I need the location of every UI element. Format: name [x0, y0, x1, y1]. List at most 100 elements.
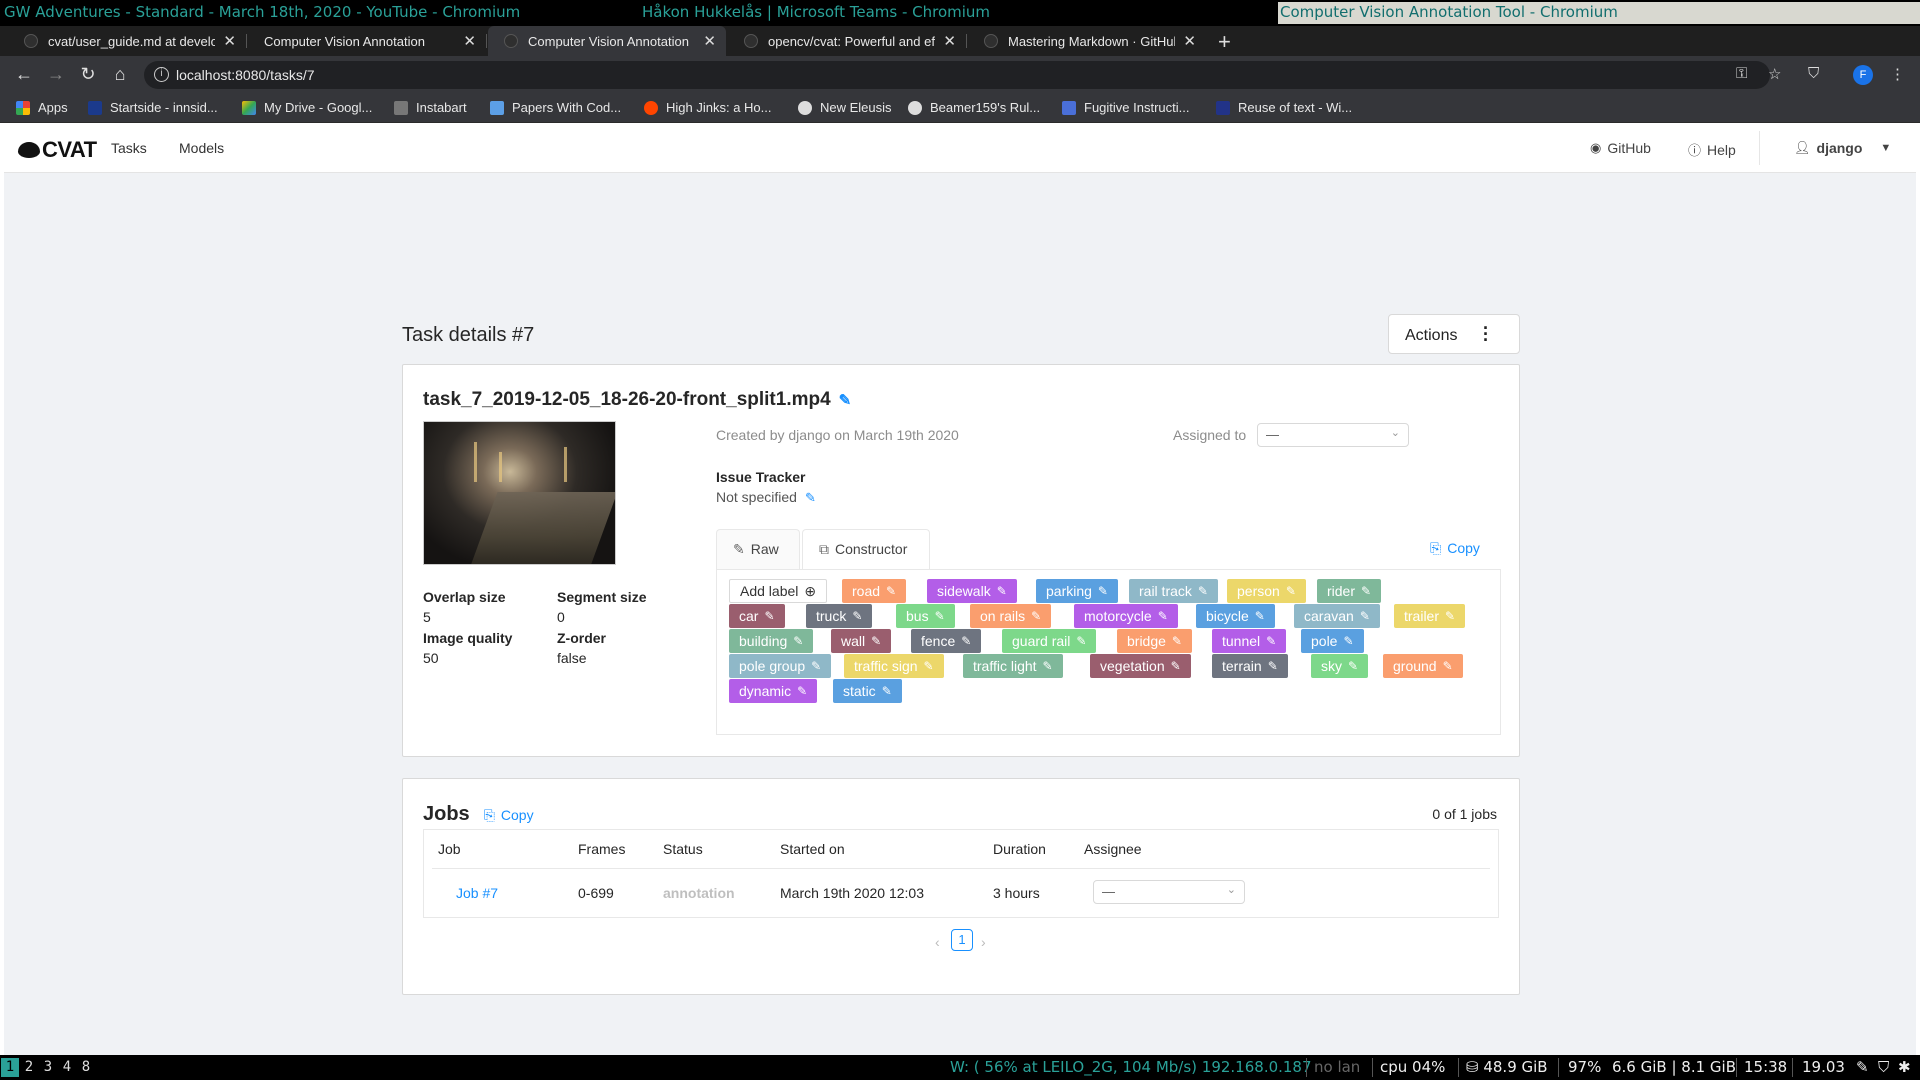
- label-chip[interactable]: pole ✎: [1301, 629, 1364, 653]
- bookmark-item[interactable]: My Drive - Googl...: [242, 100, 372, 115]
- label-chip[interactable]: traffic light ✎: [963, 654, 1063, 678]
- edit-pencil-icon[interactable]: ✎: [1172, 634, 1182, 648]
- browser-tab-active[interactable]: Computer Vision Annotation ✕: [488, 26, 726, 56]
- help-link[interactable]: ⓘ Help: [1688, 140, 1736, 159]
- edit-pencil-icon[interactable]: ✎: [935, 609, 945, 623]
- workspace-button[interactable]: 4: [58, 1058, 76, 1077]
- edit-pencil-icon[interactable]: ✎: [961, 634, 971, 648]
- close-tab-icon[interactable]: ✕: [223, 32, 236, 50]
- home-icon[interactable]: ⌂: [108, 64, 132, 85]
- prev-page-icon[interactable]: ‹: [935, 934, 940, 950]
- label-chip[interactable]: fence ✎: [911, 629, 982, 653]
- window-title-teams[interactable]: Håkon Hukkelås | Microsoft Teams - Chrom…: [642, 3, 990, 21]
- workspace-button[interactable]: 2: [20, 1058, 38, 1077]
- edit-pencil-icon[interactable]: ✎: [805, 490, 816, 505]
- key-icon[interactable]: ⚿: [1736, 65, 1747, 82]
- edit-pencil-icon[interactable]: ✎: [1266, 634, 1276, 648]
- label-chip[interactable]: road ✎: [842, 579, 907, 603]
- edit-pencil-icon[interactable]: ✎: [839, 392, 852, 409]
- label-chip[interactable]: terrain ✎: [1212, 654, 1288, 678]
- bookmark-star-icon[interactable]: ☆: [1768, 65, 1781, 83]
- label-chip[interactable]: truck ✎: [806, 604, 873, 628]
- bookmark-item[interactable]: New Eleusis: [798, 100, 892, 115]
- edit-pencil-icon[interactable]: ✎: [1158, 609, 1168, 623]
- bluetooth-icon[interactable]: ✱: [1898, 1058, 1911, 1076]
- edit-pencil-icon[interactable]: ✎: [764, 609, 774, 623]
- bookmark-item[interactable]: Instabart: [394, 100, 467, 115]
- label-chip[interactable]: dynamic ✎: [729, 679, 818, 703]
- bookmark-apps[interactable]: Apps: [16, 100, 68, 115]
- edit-pencil-icon[interactable]: ✎: [1360, 609, 1370, 623]
- label-chip[interactable]: sky ✎: [1311, 654, 1369, 678]
- actions-button[interactable]: Actions · · ·: [1388, 314, 1520, 354]
- shield-extension-icon[interactable]: ⛉: [1808, 65, 1819, 82]
- edit-pencil-icon[interactable]: ✎: [1076, 634, 1086, 648]
- edit-pencil-icon[interactable]: ✎: [1348, 659, 1358, 673]
- edit-pencil-icon[interactable]: ✎: [1043, 659, 1053, 673]
- label-chip[interactable]: traffic sign ✎: [844, 654, 944, 678]
- label-chip[interactable]: static ✎: [833, 679, 902, 703]
- page-1-button[interactable]: 1: [951, 929, 973, 951]
- window-title-youtube[interactable]: GW Adventures - Standard - March 18th, 2…: [4, 3, 520, 21]
- edit-pencil-icon[interactable]: ✎: [1098, 584, 1108, 598]
- label-chip[interactable]: rail track ✎: [1129, 579, 1218, 603]
- label-chip[interactable]: caravan ✎: [1294, 604, 1380, 628]
- edit-pencil-icon[interactable]: ✎: [997, 584, 1007, 598]
- label-chip[interactable]: ground ✎: [1383, 654, 1463, 678]
- cvat-logo[interactable]: CVAT: [18, 137, 97, 163]
- label-chip[interactable]: on rails ✎: [970, 604, 1052, 628]
- url-text[interactable]: localhost:8080/tasks/7: [176, 67, 315, 83]
- edit-pencil-icon[interactable]: ✎: [793, 634, 803, 648]
- browser-tab[interactable]: Mastering Markdown · GitHub ✕: [968, 26, 1206, 56]
- assignee-select[interactable]: — ⌄: [1257, 423, 1409, 447]
- bookmark-item[interactable]: Beamer159's Rul...: [908, 100, 1040, 115]
- new-tab-button[interactable]: +: [1218, 29, 1231, 55]
- close-tab-icon[interactable]: ✕: [703, 32, 716, 50]
- profile-avatar[interactable]: F: [1853, 65, 1873, 85]
- label-chip[interactable]: car ✎: [729, 604, 785, 628]
- browser-tab[interactable]: Computer Vision Annotation ✕: [248, 26, 487, 56]
- close-tab-icon[interactable]: ✕: [1183, 32, 1196, 50]
- label-chip[interactable]: pole group ✎: [729, 654, 832, 678]
- task-name[interactable]: task_7_2019-12-05_18-26-20-front_split1.…: [423, 389, 851, 411]
- edit-pencil-icon[interactable]: ✎: [1255, 609, 1265, 623]
- address-bar[interactable]: i localhost:8080/tasks/7 ⚿ ☆: [144, 61, 1781, 89]
- copy-jobs-button[interactable]: ⎘ Copy: [484, 807, 534, 823]
- tab-raw[interactable]: ✎ Raw: [716, 529, 800, 569]
- browser-tab[interactable]: cvat/user_guide.md at develop ✕: [8, 26, 247, 56]
- window-title-cvat[interactable]: Computer Vision Annotation Tool - Chromi…: [1278, 2, 1920, 24]
- nav-tasks[interactable]: Tasks: [111, 140, 147, 156]
- label-chip[interactable]: bus ✎: [896, 604, 955, 628]
- copy-labels-button[interactable]: ⎘ Copy: [1430, 540, 1480, 557]
- label-chip[interactable]: bicycle ✎: [1196, 604, 1275, 628]
- label-chip[interactable]: tunnel ✎: [1212, 629, 1287, 653]
- next-page-icon[interactable]: ›: [981, 934, 986, 950]
- edit-pencil-icon[interactable]: ✎: [1031, 609, 1041, 623]
- edit-pencil-icon[interactable]: ✎: [1443, 659, 1453, 673]
- back-arrow-icon[interactable]: ←: [12, 64, 36, 85]
- edit-pencil-icon[interactable]: ✎: [1361, 584, 1371, 598]
- label-chip[interactable]: sidewalk ✎: [927, 579, 1017, 603]
- edit-pencil-icon[interactable]: ✎: [886, 584, 896, 598]
- github-link[interactable]: ◉ GitHub: [1590, 140, 1651, 156]
- label-chip[interactable]: rider ✎: [1317, 579, 1382, 603]
- bookmark-item[interactable]: High Jinks: a Ho...: [644, 100, 772, 115]
- tab-constructor[interactable]: ⧉ Constructor: [802, 529, 930, 570]
- label-chip[interactable]: person ✎: [1227, 579, 1306, 603]
- label-chip[interactable]: parking ✎: [1036, 579, 1118, 603]
- edit-pencil-icon[interactable]: ✎: [852, 609, 862, 623]
- browser-menu-icon[interactable]: ⋮: [1890, 65, 1905, 83]
- edit-pencil-icon[interactable]: ✎: [1445, 609, 1455, 623]
- bookmark-item[interactable]: Startside - innsid...: [88, 100, 218, 115]
- edit-pencil-icon[interactable]: ✎: [924, 659, 934, 673]
- browser-tab[interactable]: opencv/cvat: Powerful and ef ✕: [728, 26, 967, 56]
- forward-arrow-icon[interactable]: →: [44, 64, 68, 85]
- label-chip[interactable]: motorcycle ✎: [1074, 604, 1178, 628]
- close-tab-icon[interactable]: ✕: [943, 32, 956, 50]
- edit-pencil-icon[interactable]: ✎: [1171, 659, 1181, 673]
- site-info-icon[interactable]: i: [154, 67, 169, 82]
- bookmark-item[interactable]: Reuse of text - Wi...: [1216, 100, 1352, 115]
- bookmark-item[interactable]: Fugitive Instructi...: [1062, 100, 1189, 115]
- reload-icon[interactable]: ↻: [76, 64, 100, 85]
- bookmark-item[interactable]: Papers With Cod...: [490, 100, 621, 115]
